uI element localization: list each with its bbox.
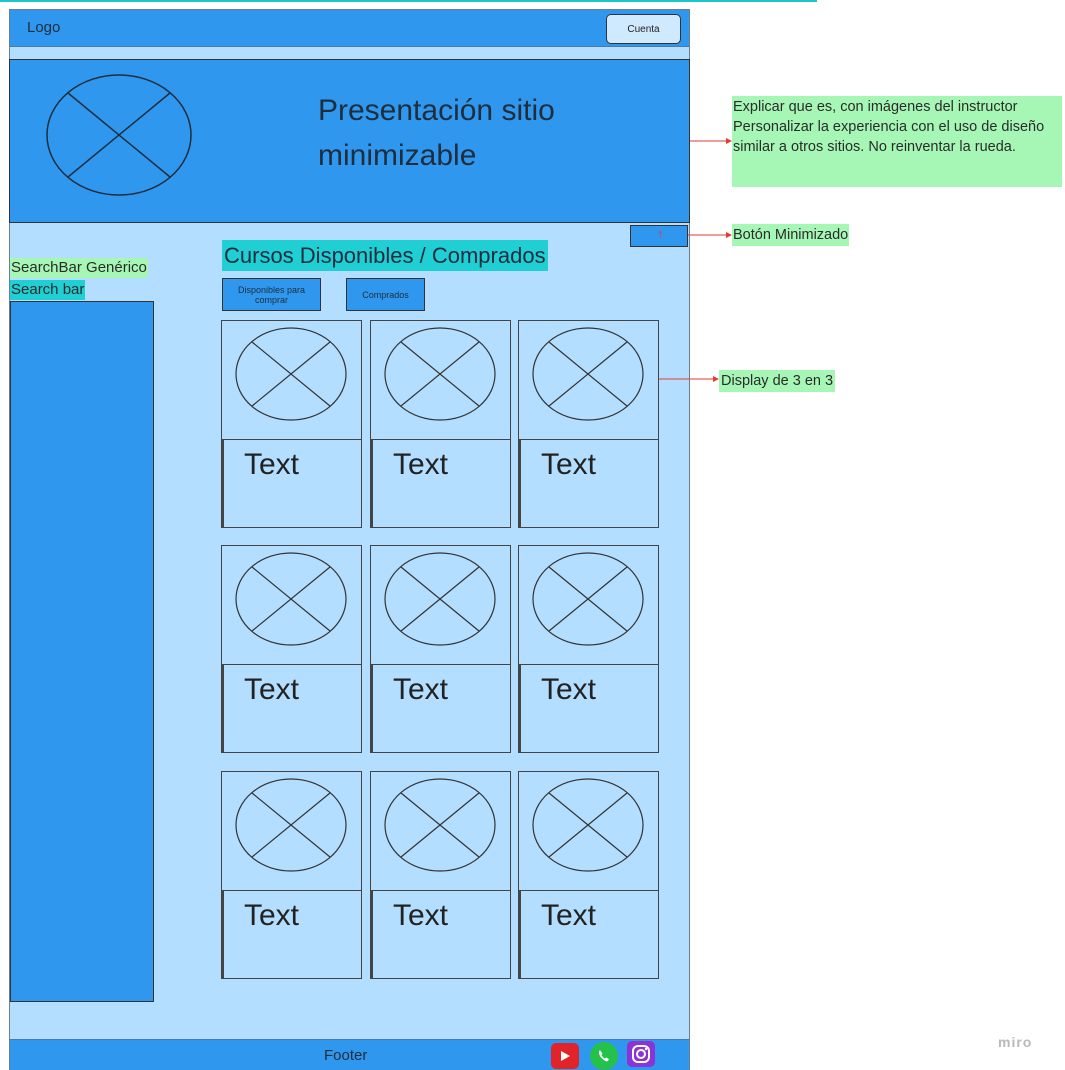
course-text-area: Text [222,665,361,752]
course-card[interactable]: Text [370,545,511,753]
image-placeholder-icon [235,327,347,421]
course-card[interactable]: Text [370,771,511,979]
annotation-search-bar: Search bar [10,280,86,300]
course-title: Text [541,899,597,932]
course-text-area: Text [371,665,510,752]
image-placeholder-icon [384,778,496,872]
course-title: Text [393,448,449,481]
course-card[interactable]: Text [518,545,659,753]
course-text-area: Text [222,440,361,527]
course-image [519,321,658,440]
image-placeholder-icon [235,552,347,646]
image-placeholder-icon [532,327,644,421]
image-placeholder-icon [235,778,347,872]
course-title: Text [541,448,597,481]
image-placeholder-icon [384,327,496,421]
course-text-area: Text [371,440,510,527]
course-card[interactable]: Text [221,771,362,979]
image-placeholder-icon [532,778,644,872]
course-text-area: Text [519,665,658,752]
course-image [371,321,510,440]
image-placeholder-icon [532,552,644,646]
tab-purchased[interactable]: Comprados [346,278,425,311]
youtube-icon[interactable] [551,1043,579,1069]
course-title: Text [393,673,449,706]
image-placeholder-icon [384,552,496,646]
annotation-grid-note: Display de 3 en 3 [719,370,836,392]
course-title: Text [393,899,449,932]
course-title: Text [244,673,300,706]
course-text-area: Text [519,440,658,527]
course-image [222,772,361,891]
course-card[interactable]: Text [370,320,511,528]
footer-label: Footer [324,1047,368,1064]
tab-available[interactable]: Disponibles para comprar [222,278,321,311]
course-image [222,321,361,440]
course-image [519,546,658,665]
annotation-search-generic: SearchBar Genérico [10,258,148,278]
watermark: miro [998,1034,1033,1050]
course-title: Text [244,899,300,932]
search-sidebar[interactable] [10,301,154,1002]
course-text-area: Text [519,891,658,978]
section-title: Cursos Disponibles / Comprados [222,240,548,271]
course-card[interactable]: Text [221,545,362,753]
course-image [519,772,658,891]
course-image [371,772,510,891]
course-card[interactable]: Text [518,320,659,528]
annotation-hero-note: Explicar que es, con imágenes del instru… [732,96,1062,187]
whatsapp-icon[interactable] [590,1042,618,1070]
course-text-area: Text [371,891,510,978]
course-text-area: Text [222,891,361,978]
course-title: Text [244,448,300,481]
course-card[interactable]: Text [221,320,362,528]
course-title: Text [541,673,597,706]
course-image [222,546,361,665]
course-image [371,546,510,665]
annotation-minimize-note: Botón Minimizado [732,224,850,246]
instagram-icon[interactable] [627,1041,655,1067]
course-card[interactable]: Text [518,771,659,979]
